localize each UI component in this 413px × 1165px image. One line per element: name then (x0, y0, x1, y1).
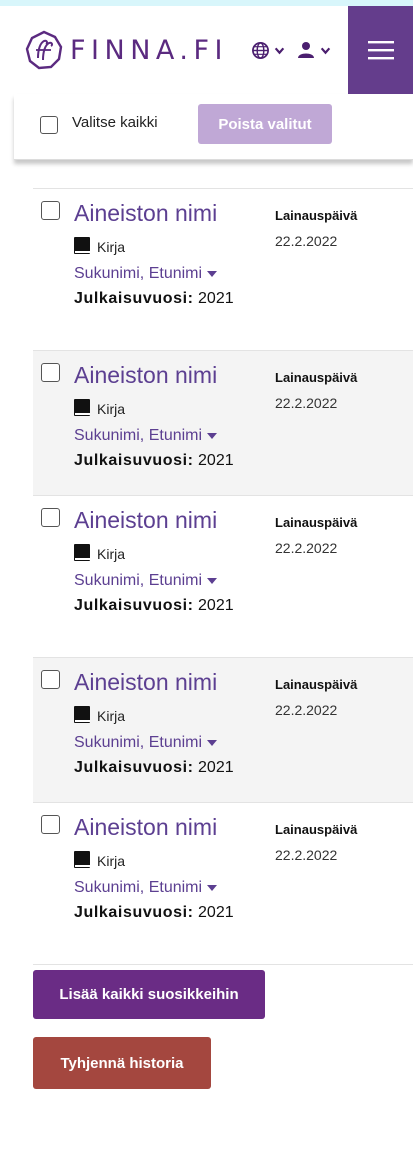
publication-year: Julkaisuvuosi: 2021 (74, 286, 234, 311)
loan-date-label: Lainauspäivä (275, 515, 358, 530)
list-item: Aineiston nimi Kirja Sukunimi, Etunimi J… (33, 189, 413, 351)
loan-date-label: Lainauspäivä (275, 822, 358, 837)
loan-date-value: 22.2.2022 (275, 540, 338, 556)
book-icon (74, 851, 90, 868)
book-icon (74, 544, 90, 561)
item-title-link[interactable]: Aineiston nimi (74, 362, 217, 389)
publication-year: Julkaisuvuosi: 2021 (74, 755, 234, 780)
chevron-down-icon (274, 47, 285, 54)
site-logo[interactable]: FINNA.FI (24, 28, 228, 72)
author-name: Sukunimi, Etunimi (74, 572, 203, 589)
author-name: Sukunimi, Etunimi (74, 427, 203, 444)
list-item: Aineiston nimi Kirja Sukunimi, Etunimi J… (33, 658, 413, 803)
loan-date-value: 22.2.2022 (275, 395, 338, 411)
book-icon (74, 399, 90, 416)
item-checkbox[interactable] (41, 201, 60, 220)
item-checkbox[interactable] (41, 670, 60, 689)
year-value: 2021 (198, 597, 234, 614)
year-label: Julkaisuvuosi: (74, 290, 194, 307)
author-dropdown[interactable]: Sukunimi, Etunimi (74, 572, 218, 590)
hamburger-menu-icon (367, 41, 394, 60)
globe-icon (252, 41, 269, 59)
select-all-label[interactable]: Valitse kaikki (72, 114, 158, 131)
chevron-down-icon (320, 47, 331, 54)
loan-date-label: Lainauspäivä (275, 370, 358, 385)
item-checkbox[interactable] (41, 508, 60, 527)
remove-selected-button[interactable]: Poista valitut (198, 104, 332, 144)
loan-date-value: 22.2.2022 (275, 847, 338, 863)
site-header: FINNA.FI (0, 6, 413, 94)
year-value: 2021 (198, 759, 234, 776)
caret-down-icon (207, 740, 218, 746)
item-title-link[interactable]: Aineiston nimi (74, 669, 217, 696)
language-menu-button[interactable] (251, 38, 285, 62)
format-label: Kirja (97, 853, 126, 869)
loan-date-value: 22.2.2022 (275, 702, 338, 718)
logo-text: FINNA.FI (70, 34, 228, 66)
caret-down-icon (207, 271, 218, 277)
caret-down-icon (207, 578, 218, 584)
year-value: 2021 (198, 904, 234, 921)
year-value: 2021 (198, 452, 234, 469)
item-title-link[interactable]: Aineiston nimi (74, 200, 217, 227)
author-dropdown[interactable]: Sukunimi, Etunimi (74, 265, 218, 283)
item-format: Kirja (74, 399, 125, 416)
caret-down-icon (207, 433, 218, 439)
year-label: Julkaisuvuosi: (74, 904, 194, 921)
list-item: Aineiston nimi Kirja Sukunimi, Etunimi J… (33, 351, 413, 496)
item-format: Kirja (74, 544, 125, 561)
loan-date-label: Lainauspäivä (275, 208, 358, 223)
list-item: Aineiston nimi Kirja Sukunimi, Etunimi J… (33, 496, 413, 658)
book-icon (74, 706, 90, 723)
book-icon (74, 237, 90, 254)
caret-down-icon (207, 885, 218, 891)
author-dropdown[interactable]: Sukunimi, Etunimi (74, 734, 218, 752)
author-name: Sukunimi, Etunimi (74, 265, 203, 282)
finna-logo-icon (25, 30, 63, 70)
format-label: Kirja (97, 239, 126, 255)
loan-history-list: Aineiston nimi Kirja Sukunimi, Etunimi J… (33, 188, 413, 965)
item-title-link[interactable]: Aineiston nimi (74, 507, 217, 534)
format-label: Kirja (97, 708, 126, 724)
item-format: Kirja (74, 851, 125, 868)
add-all-to-favorites-button[interactable]: Lisää kaikki suosikkeihin (33, 970, 265, 1019)
user-menu-button[interactable] (296, 38, 331, 62)
year-label: Julkaisuvuosi: (74, 597, 194, 614)
format-label: Kirja (97, 546, 126, 562)
year-label: Julkaisuvuosi: (74, 452, 194, 469)
clear-history-button[interactable]: Tyhjennä historia (33, 1037, 211, 1089)
item-checkbox[interactable] (41, 363, 60, 382)
format-label: Kirja (97, 401, 126, 417)
item-checkbox[interactable] (41, 815, 60, 834)
item-title-link[interactable]: Aineiston nimi (74, 814, 217, 841)
user-icon (298, 42, 314, 58)
list-item: Aineiston nimi Kirja Sukunimi, Etunimi J… (33, 803, 413, 965)
item-format: Kirja (74, 237, 125, 254)
publication-year: Julkaisuvuosi: 2021 (74, 593, 234, 618)
select-all-checkbox[interactable] (40, 116, 58, 134)
publication-year: Julkaisuvuosi: 2021 (74, 448, 234, 473)
year-value: 2021 (198, 290, 234, 307)
loan-date-label: Lainauspäivä (275, 677, 358, 692)
loan-date-value: 22.2.2022 (275, 233, 338, 249)
item-format: Kirja (74, 706, 125, 723)
year-label: Julkaisuvuosi: (74, 759, 194, 776)
author-name: Sukunimi, Etunimi (74, 734, 203, 751)
author-name: Sukunimi, Etunimi (74, 879, 203, 896)
author-dropdown[interactable]: Sukunimi, Etunimi (74, 879, 218, 897)
publication-year: Julkaisuvuosi: 2021 (74, 900, 234, 925)
author-dropdown[interactable]: Sukunimi, Etunimi (74, 427, 218, 445)
selection-toolbar: Valitse kaikki Poista valitut (14, 94, 413, 160)
main-menu-button[interactable] (348, 6, 413, 94)
